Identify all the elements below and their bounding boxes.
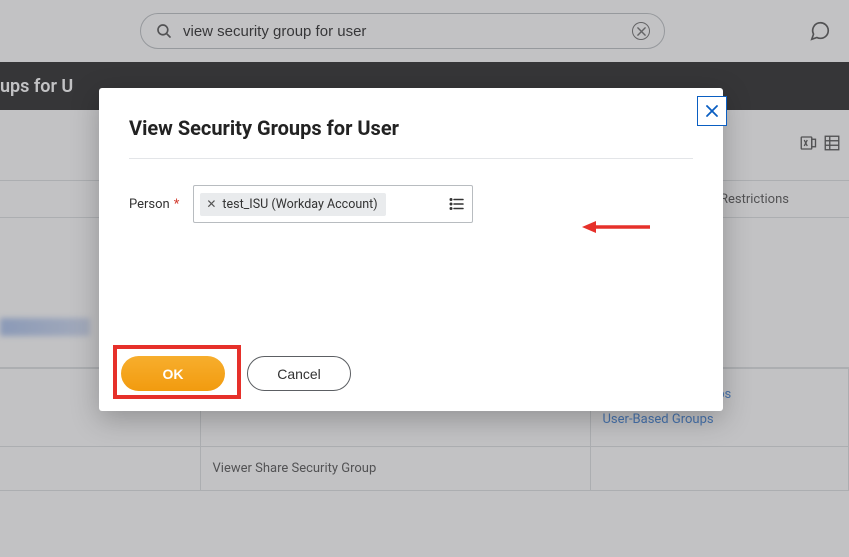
required-asterisk: * <box>174 197 180 212</box>
person-input[interactable]: ✕ test_ISU (Workday Account) <box>193 185 473 223</box>
view-security-groups-modal: View Security Groups for User Person * ✕ … <box>99 88 723 411</box>
list-picker-icon[interactable] <box>448 195 466 213</box>
person-label: Person * <box>129 197 179 212</box>
close-icon <box>705 104 719 118</box>
close-modal-button[interactable] <box>697 96 727 126</box>
person-label-text: Person <box>129 197 170 212</box>
person-chip: ✕ test_ISU (Workday Account) <box>200 193 385 216</box>
modal-actions: OK Cancel <box>121 356 351 391</box>
modal-title: View Security Groups for User <box>129 116 693 159</box>
person-field-row: Person * ✕ test_ISU (Workday Account) <box>129 185 693 223</box>
cancel-button[interactable]: Cancel <box>247 356 351 391</box>
person-chip-label: test_ISU (Workday Account) <box>222 197 377 212</box>
ok-button[interactable]: OK <box>121 356 225 391</box>
remove-chip-icon[interactable]: ✕ <box>206 197 216 211</box>
